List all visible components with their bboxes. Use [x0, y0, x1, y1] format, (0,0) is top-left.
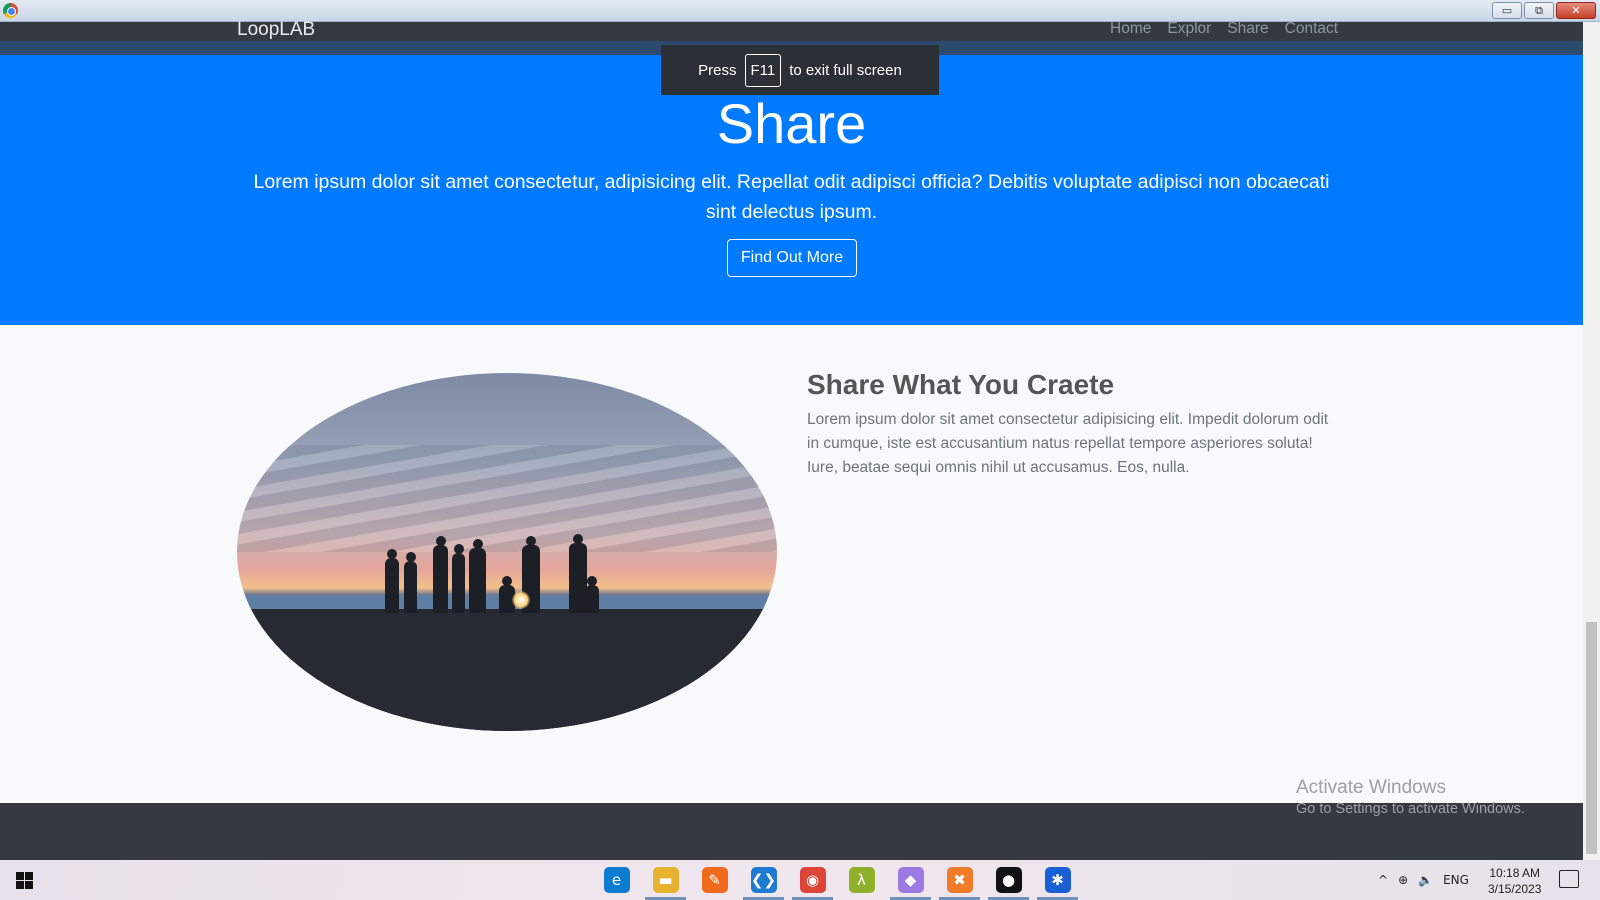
volume-icon[interactable]: 🔈: [1418, 873, 1433, 887]
silhouette: [404, 552, 417, 613]
hero-text: Lorem ipsum dolor sit amet consectetur, …: [253, 171, 1330, 223]
sky-clouds: [237, 444, 777, 552]
edge-icon: e: [603, 867, 630, 893]
clock-time: 10:18 AM: [1489, 866, 1541, 880]
feature-section: Share What You Craete Lorem ipsum dolor …: [0, 325, 1583, 803]
restore-button[interactable]: ⧉: [1524, 2, 1554, 19]
clock-date: 3/15/2023: [1488, 882, 1542, 896]
feature-heading: Share What You Craete: [807, 369, 1115, 400]
watermark-title: Activate Windows: [1296, 777, 1446, 798]
taskbar-app-button[interactable]: ✖: [935, 860, 984, 900]
vscode-icon: ❮❯: [750, 867, 777, 893]
minimize-button[interactable]: ▭: [1492, 2, 1522, 19]
brand-logo[interactable]: LoopLAB: [237, 19, 315, 41]
taskbar-app-button[interactable]: e: [592, 860, 641, 900]
lambda-app-icon: λ: [848, 867, 875, 893]
fullscreen-notice: Press F11 to exit full screen: [661, 45, 939, 95]
silhouette: [433, 536, 448, 613]
globe-icon[interactable]: ⊕: [1398, 873, 1408, 887]
chrome-icon: ◉: [799, 867, 826, 893]
nav-link-home[interactable]: Home: [1110, 20, 1151, 38]
nav-link-explor[interactable]: Explor: [1167, 20, 1211, 38]
hero-title: Share: [716, 92, 867, 155]
app-settings-icon: ✱: [1044, 867, 1071, 893]
brush-app-icon: ✎: [701, 867, 728, 893]
chevron-up-icon[interactable]: ^: [1378, 873, 1388, 887]
taskbar-app-button[interactable]: ❮❯: [739, 860, 788, 900]
activate-windows-watermark: Activate Windows Go to Settings to activ…: [1296, 777, 1525, 817]
xampp-icon: ✖: [946, 867, 973, 893]
taskbar-app-button[interactable]: ✎: [690, 860, 739, 900]
language-indicator[interactable]: ENG: [1443, 873, 1469, 887]
notifications-icon[interactable]: [1559, 870, 1579, 888]
taskbar-app-button[interactable]: ▬: [641, 860, 690, 900]
system-tray: ^ ⊕ 🔈 ENG: [1378, 860, 1469, 900]
nav-link-contact[interactable]: Contact: [1285, 20, 1338, 38]
scrollbar-thumb[interactable]: [1586, 622, 1597, 854]
find-out-more-button[interactable]: Find Out More: [727, 239, 857, 277]
watermark-subtitle: Go to Settings to activate Windows.: [1296, 801, 1525, 817]
windows-start-icon[interactable]: [16, 872, 33, 889]
hero-section: Share Lorem ipsum dolor sit amet consect…: [0, 55, 1583, 325]
taskbar-app-button[interactable]: λ: [837, 860, 886, 900]
taskbar-app-button[interactable]: ◉: [788, 860, 837, 900]
silhouette: [452, 544, 465, 613]
fullscreen-notice-prefix: Press: [698, 61, 737, 79]
page-scrollbar[interactable]: [1583, 22, 1600, 860]
nav-link-share[interactable]: Share: [1227, 20, 1268, 38]
close-button[interactable]: ✕: [1556, 2, 1596, 19]
f11-key: F11: [744, 53, 782, 87]
campfire-beach-image: [237, 373, 777, 731]
silhouette: [585, 576, 599, 613]
recorder-icon: ●: [995, 867, 1022, 893]
beach-sand: [237, 609, 777, 731]
taskbar-app-button[interactable]: ●: [984, 860, 1033, 900]
file-explorer-icon: ▬: [652, 867, 679, 893]
chrome-logo-icon: [3, 3, 18, 18]
windows-taskbar: e ▬ ✎ ❮❯ ◉ λ ◆ ✖ ● ✱ ^ ⊕ 🔈 ENG 10:18 AM 3/15/2023: [0, 860, 1600, 900]
git-app-icon: ◆: [897, 867, 924, 893]
silhouette: [385, 549, 399, 613]
taskbar-app-button[interactable]: ✱: [1033, 860, 1082, 900]
taskbar-apps: e ▬ ✎ ❮❯ ◉ λ ◆ ✖ ● ✱: [592, 860, 1082, 900]
window-controls: ▭ ⧉ ✕: [1492, 2, 1596, 19]
taskbar-app-button[interactable]: ◆: [886, 860, 935, 900]
nav-links: Home Explor Share Contact: [1110, 20, 1338, 38]
taskbar-clock[interactable]: 10:18 AM 3/15/2023: [1488, 865, 1541, 897]
silhouette: [469, 539, 486, 613]
fullscreen-notice-suffix: to exit full screen: [789, 61, 902, 79]
feature-text: Lorem ipsum dolor sit amet consectetur a…: [807, 411, 1329, 476]
